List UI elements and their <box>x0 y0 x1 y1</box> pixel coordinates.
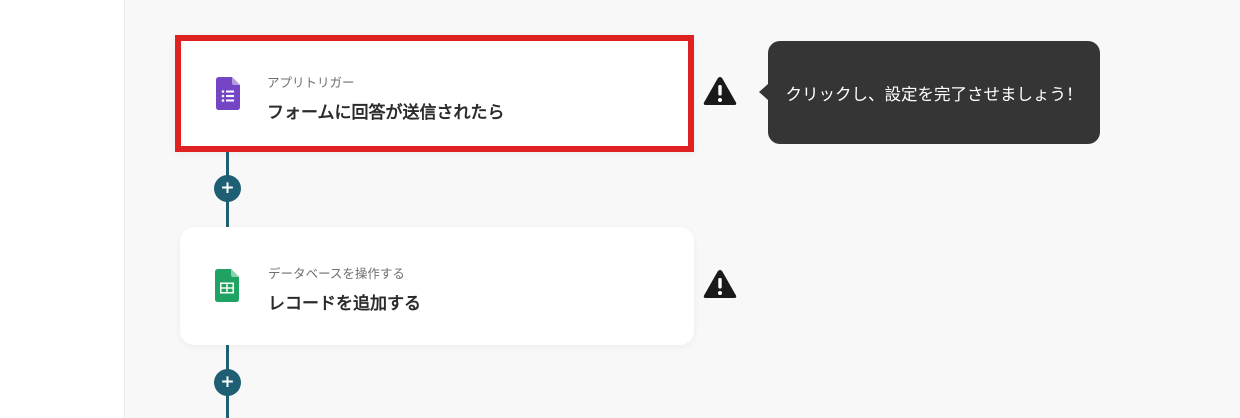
action-step-card[interactable]: データベースを操作する レコードを追加する <box>180 227 694 345</box>
plus-icon: + <box>220 178 235 198</box>
trigger-step-text: アプリトリガー フォームに回答が送信されたら <box>267 72 505 123</box>
trigger-step-title: フォームに回答が送信されたら <box>267 103 505 123</box>
google-sheets-icon <box>215 269 239 302</box>
add-step-button[interactable]: + <box>214 369 241 396</box>
plus-icon: + <box>220 372 235 392</box>
action-step-type-label: データベースを操作する <box>268 266 405 281</box>
add-step-button[interactable]: + <box>214 175 241 202</box>
setup-hint-tooltip: クリックし、設定を完了させましょう！ <box>759 41 1100 144</box>
tooltip-text: クリックし、設定を完了させましょう！ <box>785 84 1083 104</box>
left-sidebar <box>0 0 125 418</box>
trigger-step-type-label: アプリトリガー <box>267 75 355 90</box>
action-step-title: レコードを追加する <box>268 294 421 314</box>
action-step-text: データベースを操作する レコードを追加する <box>268 263 421 314</box>
trigger-step-card[interactable]: アプリトリガー フォームに回答が送信されたら <box>175 35 694 152</box>
warning-icon <box>703 77 737 105</box>
google-forms-icon <box>216 77 240 110</box>
warning-icon <box>703 270 737 298</box>
